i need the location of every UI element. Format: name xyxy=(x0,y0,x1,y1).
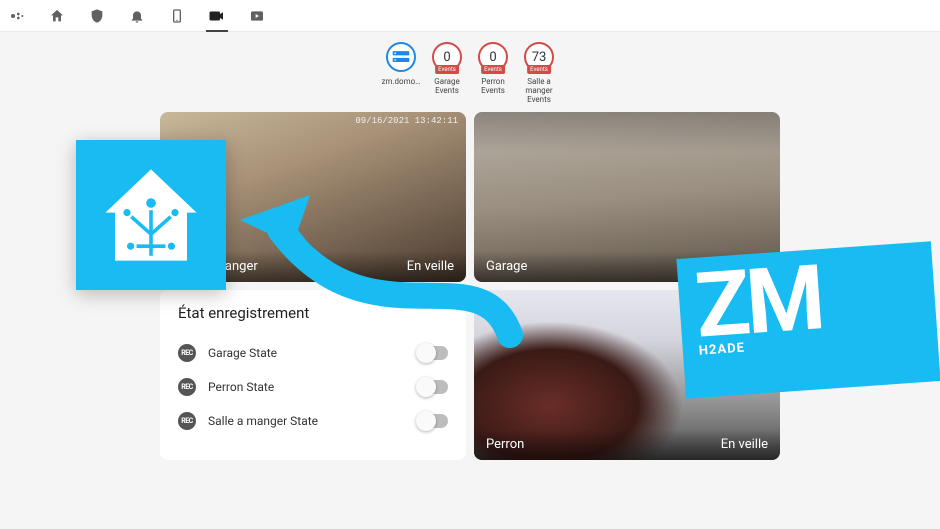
tab-tablet[interactable] xyxy=(168,7,186,25)
toggle-perron[interactable] xyxy=(418,380,448,394)
rec-icon: REC xyxy=(178,378,196,396)
toggle-garage[interactable] xyxy=(418,346,448,360)
chip-value: 0 xyxy=(443,50,450,65)
camera-name: Perron xyxy=(486,437,524,452)
chip-value: 0 xyxy=(489,50,496,65)
chip-salle[interactable]: 73Events Salle a manger Events xyxy=(519,42,559,104)
camera-name: Garage xyxy=(486,259,527,274)
chip-value: 73 xyxy=(532,50,547,65)
tab-assistant[interactable] xyxy=(8,7,26,25)
chip-label: Perron Events xyxy=(473,77,513,95)
chip-badge: Events xyxy=(527,65,551,74)
panel-title: État enregistrement xyxy=(178,304,448,322)
tab-shield[interactable] xyxy=(88,7,106,25)
tab-camera[interactable] xyxy=(208,7,226,25)
home-assistant-logo xyxy=(76,140,226,290)
tab-home[interactable] xyxy=(48,7,66,25)
row-label: Perron State xyxy=(208,380,274,394)
chip-host[interactable]: zm.domo… xyxy=(381,42,421,104)
rec-icon: REC xyxy=(178,344,196,362)
chip-label: Salle a manger Events xyxy=(519,77,559,104)
timestamp: 09/16/2021 13:42:11 xyxy=(355,116,458,126)
zoneminder-logo: ZM H2ADE xyxy=(676,241,940,398)
tab-play[interactable] xyxy=(248,7,266,25)
chip-perron[interactable]: 0Events Perron Events xyxy=(473,42,513,104)
recording-state-panel: État enregistrement REC Garage State REC… xyxy=(160,290,466,460)
topbar xyxy=(0,0,940,32)
event-chips: zm.domo… 0Events Garage Events 0Events P… xyxy=(0,42,940,104)
state-row-garage: REC Garage State xyxy=(178,336,448,370)
chip-garage[interactable]: 0Events Garage Events xyxy=(427,42,467,104)
rec-icon: REC xyxy=(178,412,196,430)
tab-bell[interactable] xyxy=(128,7,146,25)
row-label: Garage State xyxy=(208,346,277,360)
camera-status: En veille xyxy=(721,437,768,452)
camera-status: En veille xyxy=(407,259,454,274)
row-label: Salle a manger State xyxy=(208,414,318,428)
state-row-salle: REC Salle a manger State xyxy=(178,404,448,438)
toggle-salle[interactable] xyxy=(418,414,448,428)
chip-label: zm.domo… xyxy=(381,77,420,86)
chip-badge: Events xyxy=(481,65,505,74)
chip-badge: Events xyxy=(435,65,459,74)
chip-label: Garage Events xyxy=(427,77,467,95)
state-row-perron: REC Perron State xyxy=(178,370,448,404)
